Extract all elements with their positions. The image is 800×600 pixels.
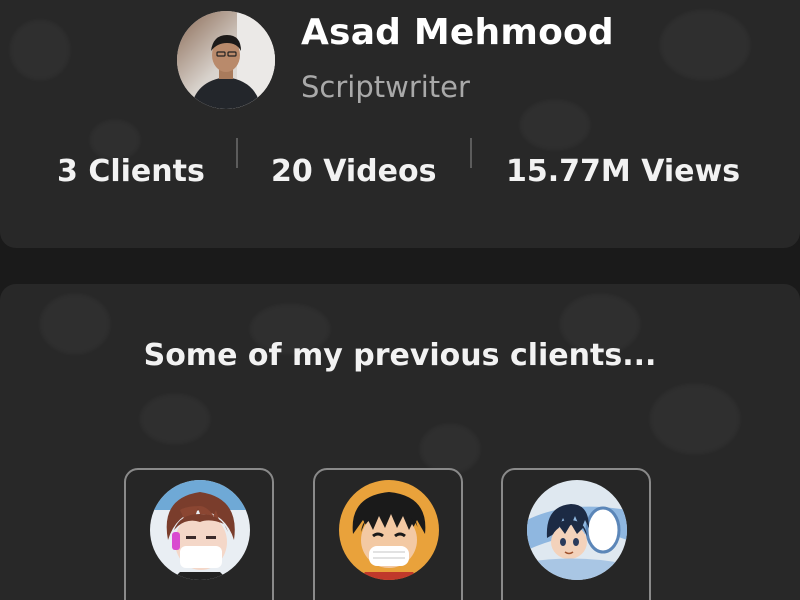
client-card[interactable] — [313, 468, 463, 600]
client-avatar — [339, 480, 439, 580]
profile-card: Asad Mehmood Scriptwriter 3 Clients 20 V… — [0, 0, 800, 248]
client-card[interactable] — [501, 468, 651, 600]
portfolio-page: Asad Mehmood Scriptwriter 3 Clients 20 V… — [0, 0, 800, 600]
stat-divider — [236, 138, 238, 168]
clients-section-title: Some of my previous clients... — [143, 338, 657, 373]
anime-blue-avatar-icon — [527, 480, 627, 580]
client-card[interactable] — [124, 468, 274, 600]
stat-divider — [470, 138, 472, 168]
anime-boy-avatar-icon — [150, 480, 250, 580]
client-avatar — [150, 480, 250, 580]
stat-videos: 20 Videos — [271, 154, 437, 189]
person-photo-icon — [177, 11, 275, 109]
profile-avatar — [177, 11, 275, 109]
stat-clients: 3 Clients — [57, 154, 205, 189]
clients-card: Some of my previous clients... — [0, 284, 800, 600]
profile-role: Scriptwriter — [301, 70, 470, 104]
luffy-avatar-icon — [339, 480, 439, 580]
client-avatar — [527, 480, 627, 580]
stat-views: 15.77M Views — [506, 154, 741, 189]
profile-name: Asad Mehmood — [301, 12, 614, 53]
